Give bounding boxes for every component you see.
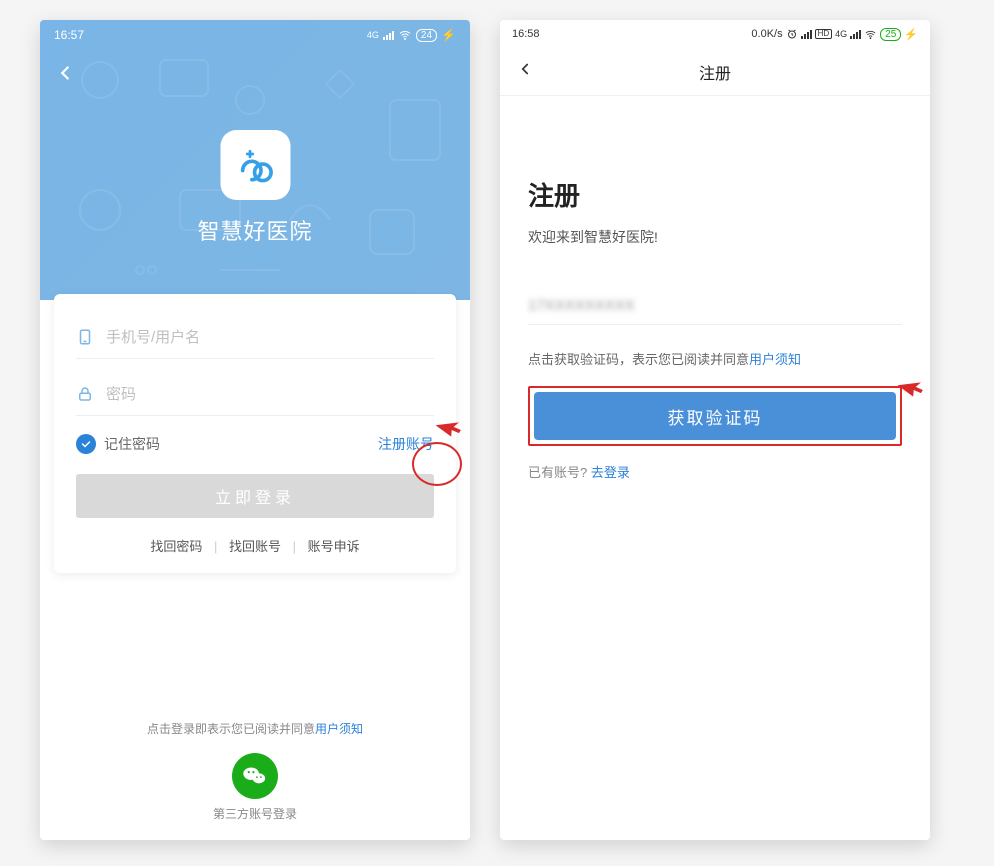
- page-subtitle: 欢迎来到智慧好医院!: [528, 227, 902, 247]
- status-time: 16:58: [512, 28, 540, 40]
- username-input[interactable]: [106, 329, 434, 346]
- register-body: 注册 欢迎来到智慧好医院! 17XXXXXXXXX 点击获取验证码，表示您已阅读…: [500, 96, 930, 481]
- back-button[interactable]: [516, 60, 534, 83]
- annotation-arrow-icon: [431, 407, 470, 450]
- status-time: 16:57: [54, 28, 84, 42]
- register-screen: 16:58 0.0K/s HD 4G 25 ⚡ 注册 注册 欢迎来到智慧好医院!…: [500, 20, 930, 840]
- wechat-login-button[interactable]: [232, 753, 278, 799]
- username-field: [76, 318, 434, 359]
- third-party-label: 第三方账号登录: [40, 805, 470, 822]
- phone-icon: [76, 328, 94, 346]
- app-title: 智慧好医院: [197, 214, 312, 246]
- status-right: 4G 24 ⚡: [367, 28, 456, 42]
- annotation-highlight-box: 获取验证码: [528, 386, 902, 446]
- signal-icon: [383, 30, 394, 40]
- remember-row: 记住密码 注册账号: [76, 434, 434, 454]
- signal-icon: [801, 29, 812, 39]
- app-logo-block: 智慧好医院: [197, 130, 312, 246]
- account-appeal-link[interactable]: 账号申诉: [308, 539, 360, 554]
- consent-text: 点击获取验证码，表示您已阅读并同意用户须知: [528, 349, 902, 368]
- battery-indicator: 24: [416, 29, 437, 42]
- password-field: [76, 375, 434, 416]
- terms-link[interactable]: 用户须知: [749, 352, 801, 367]
- check-icon: [76, 434, 96, 454]
- register-link[interactable]: 注册账号: [378, 434, 434, 454]
- login-footer: 点击登录即表示您已阅读并同意用户须知 第三方账号登录: [40, 720, 470, 840]
- recovery-links: 找回密码 | 找回账号 | 账号申诉: [76, 536, 434, 555]
- remember-label: 记住密码: [104, 434, 160, 454]
- charging-icon: ⚡: [441, 28, 456, 42]
- go-login-link[interactable]: 去登录: [591, 465, 630, 480]
- network-label: 4G: [835, 29, 847, 39]
- status-right: 0.0K/s HD 4G 25 ⚡: [751, 28, 918, 41]
- already-account-row: 已有账号? 去登录: [528, 462, 902, 481]
- charging-icon: ⚡: [904, 28, 918, 41]
- wechat-icon: [241, 762, 269, 790]
- nav-title: 注册: [699, 60, 731, 84]
- phone-input[interactable]: 17XXXXXXXXX: [528, 297, 902, 324]
- lock-icon: [76, 385, 94, 403]
- consent-text: 点击登录即表示您已阅读并同意用户须知: [40, 720, 470, 737]
- login-button[interactable]: 立即登录: [76, 474, 434, 518]
- signal-icon-2: [850, 29, 861, 39]
- login-screen: 16:57 4G 24 ⚡ 智慧好医院: [40, 20, 470, 840]
- remember-checkbox[interactable]: 记住密码: [76, 434, 160, 454]
- page-heading: 注册: [528, 176, 902, 213]
- wifi-icon: [398, 29, 412, 41]
- status-bar: 16:57 4G 24 ⚡: [40, 20, 470, 50]
- login-header: 16:57 4G 24 ⚡ 智慧好医院: [40, 20, 470, 300]
- divider: [528, 324, 902, 325]
- get-code-button[interactable]: 获取验证码: [534, 392, 896, 440]
- hd-badge: HD: [815, 29, 833, 40]
- net-speed: 0.0K/s: [751, 28, 782, 40]
- wifi-icon: [864, 29, 877, 40]
- alarm-icon: [786, 28, 798, 40]
- password-input[interactable]: [106, 386, 434, 403]
- login-card: 记住密码 注册账号 立即登录 找回密码 | 找回账号 | 账号申诉: [54, 294, 456, 573]
- app-logo-icon: [220, 130, 290, 200]
- terms-link[interactable]: 用户须知: [315, 722, 363, 736]
- back-button[interactable]: [54, 62, 76, 89]
- find-password-link[interactable]: 找回密码: [150, 539, 202, 554]
- find-account-link[interactable]: 找回账号: [229, 539, 281, 554]
- status-bar: 16:58 0.0K/s HD 4G 25 ⚡: [500, 20, 930, 48]
- nav-bar: 注册: [500, 48, 930, 96]
- network-label: 4G: [367, 30, 379, 40]
- battery-indicator: 25: [880, 28, 901, 41]
